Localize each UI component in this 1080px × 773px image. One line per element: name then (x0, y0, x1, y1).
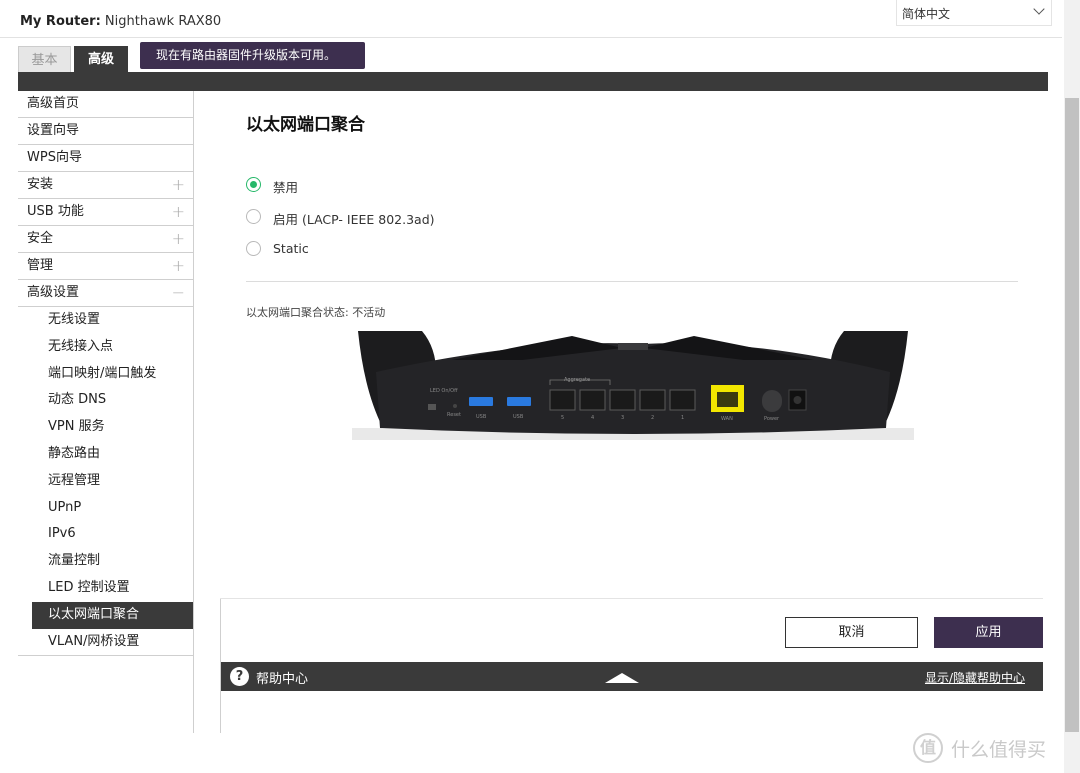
lan-ports (549, 389, 696, 411)
tab-basic[interactable]: 基本 (18, 46, 71, 73)
tab-advanced[interactable]: 高级 (74, 46, 128, 73)
sidebar-subitem-port-forwarding[interactable]: 端口映射/端口触发 (18, 361, 194, 388)
sidebar-subitem-led-control[interactable]: LED 控制设置 (18, 575, 194, 602)
expand-icon: + (171, 256, 185, 275)
sidebar-subitem-access-point[interactable]: 无线接入点 (18, 334, 194, 361)
led-switch (428, 404, 436, 410)
led-switch-label: LED On/Off (430, 388, 458, 394)
sidebar-subitem-dynamic-dns[interactable]: 动态 DNS (18, 387, 194, 414)
sidebar-subitem-wireless[interactable]: 无线设置 (18, 307, 194, 334)
option-label: Static (273, 241, 309, 256)
expand-icon: + (171, 229, 185, 248)
chevron-down-icon (1033, 3, 1045, 15)
sidebar-nav: 高级首页 设置向导 WPS向导 安装 + USB 功能 + 安全 + 管理 + 高级设置… (18, 91, 194, 657)
port-number-2: 2 (651, 415, 654, 421)
sidebar-item-label: 管理 (27, 258, 54, 273)
sidebar-subitem-upnp[interactable]: UPnP (18, 495, 194, 522)
usb-port-2 (507, 397, 531, 406)
lan-port-3 (609, 389, 636, 411)
top-bar: My Router: Nighthawk RAX80 简体中文 (0, 0, 1062, 38)
collapse-icon: − (171, 283, 185, 302)
sidebar-divider (193, 91, 194, 733)
option-label: 启用 (LACP- IEEE 802.3ad) (273, 212, 435, 227)
sidebar-subitem-link-aggregation[interactable]: 以太网端口聚合 (32, 601, 194, 629)
router-label: My Router: Nighthawk RAX80 (20, 14, 221, 29)
vent (618, 343, 648, 350)
sidebar-item-label: 安全 (27, 231, 54, 246)
sidebar-item-label: 高级设置 (27, 285, 80, 300)
sidebar-subitem-ipv6[interactable]: IPv6 (18, 521, 194, 548)
router-name: Nighthawk RAX80 (104, 14, 222, 29)
sidebar-item-wps-wizard[interactable]: WPS向导 (18, 145, 194, 172)
help-center-label[interactable]: 帮助中心 (256, 668, 308, 687)
router-back-panel-image: LED On/Off Reset USB USB Aggregate 5 4 3… (352, 331, 914, 440)
advanced-setup-submenu: 无线设置 无线接入点 端口映射/端口触发 动态 DNS VPN 服务 静态路由 … (18, 307, 194, 657)
router-prefix: My Router: (20, 14, 101, 29)
sidebar-item-advanced-setup[interactable]: 高级设置 − (18, 280, 194, 307)
sidebar-item-usb[interactable]: USB 功能 + (18, 199, 194, 226)
watermark-logo: 值 (913, 733, 943, 763)
lan-port-1 (669, 389, 696, 411)
port-number-1: 1 (681, 415, 684, 421)
expand-up-arrow-icon[interactable] (605, 673, 639, 683)
lan-port-4 (579, 389, 606, 411)
radio-button[interactable] (246, 177, 261, 192)
power-button (762, 390, 782, 412)
aggregation-status: 以太网端口聚合状态: 不活动 (246, 304, 385, 320)
sidebar-subitem-vlan-bridge[interactable]: VLAN/网桥设置 (18, 629, 194, 656)
sidebar-item-management[interactable]: 管理 + (18, 253, 194, 280)
port-number-4: 4 (591, 415, 594, 421)
lan-port-5 (549, 389, 576, 411)
expand-icon: + (171, 175, 185, 194)
radio-button[interactable] (246, 209, 261, 224)
sidebar-item-label: USB 功能 (27, 204, 84, 219)
language-value: 简体中文 (902, 7, 951, 21)
usb-label-1: USB (476, 414, 487, 420)
language-select[interactable]: 简体中文 (896, 0, 1052, 26)
scrollbar-thumb[interactable] (1065, 98, 1079, 732)
wan-label: WAN (721, 416, 733, 422)
status-label: 以太网端口聚合状态: (246, 306, 349, 319)
sidebar-subitem-remote-management[interactable]: 远程管理 (18, 468, 194, 495)
footer-divider (220, 598, 1043, 599)
sidebar-item-setup-wizard[interactable]: 设置向导 (18, 118, 194, 145)
wan-port-socket (717, 392, 738, 407)
usb-port-1 (469, 397, 493, 406)
toggle-help-center-link[interactable]: 显示/隐藏帮助中心 (925, 669, 1025, 686)
sidebar-item-setup[interactable]: 安装 + (18, 172, 194, 199)
sidebar-subitem-static-routes[interactable]: 静态路由 (18, 441, 194, 468)
sidebar-item-label: 高级首页 (27, 96, 80, 111)
sidebar-item-label: 设置向导 (27, 123, 80, 138)
sidebar-subitem-traffic-control[interactable]: 流量控制 (18, 548, 194, 575)
header-divider-bar (18, 72, 1048, 91)
router-admin-page: My Router: Nighthawk RAX80 简体中文 基本 高级 现在… (0, 0, 1080, 773)
power-jack-hole (793, 396, 802, 404)
reset-label: Reset (447, 412, 461, 418)
radio-button[interactable] (246, 241, 261, 256)
apply-button[interactable]: 应用 (934, 617, 1043, 648)
sidebar-item-label: 安装 (27, 177, 54, 192)
sidebar-item-security[interactable]: 安全 + (18, 226, 194, 253)
lan-port-2 (639, 389, 666, 411)
page-title: 以太网端口聚合 (246, 115, 365, 135)
usb-label-2: USB (513, 414, 524, 420)
watermark-text: 什么值得买 (951, 739, 1047, 761)
sidebar-item-label: WPS向导 (27, 150, 82, 165)
sidebar-subitem-vpn[interactable]: VPN 服务 (18, 414, 194, 441)
port-number-5: 5 (561, 415, 564, 421)
status-value: 不活动 (352, 306, 386, 319)
power-label: Power (764, 416, 780, 422)
option-label: 禁用 (273, 180, 299, 195)
help-icon[interactable]: ? (230, 667, 249, 686)
section-divider (246, 281, 1018, 282)
reset-hole (453, 404, 457, 408)
expand-icon: + (171, 202, 185, 221)
cancel-button[interactable]: 取消 (785, 617, 918, 648)
port-number-3: 3 (621, 415, 624, 421)
help-center-bar: ? 帮助中心 显示/隐藏帮助中心 (221, 662, 1043, 691)
firmware-update-notice[interactable]: 现在有路由器固件升级版本可用。 (140, 42, 365, 69)
sidebar-item-advanced-home[interactable]: 高级首页 (18, 91, 194, 118)
